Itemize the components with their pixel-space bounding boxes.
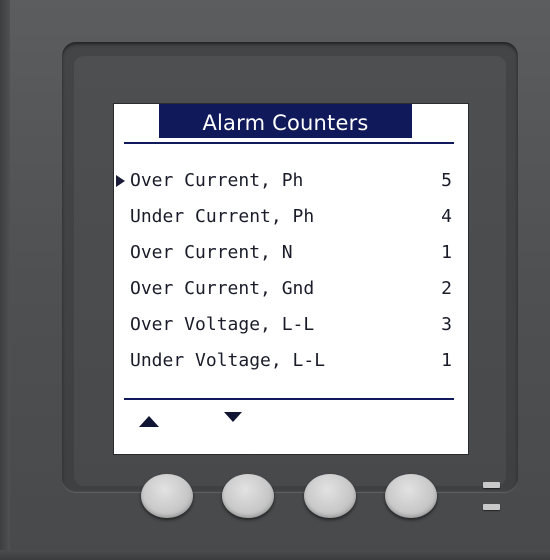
alarm-count: 5	[441, 170, 452, 191]
alarm-count: 1	[441, 242, 452, 263]
alarm-count: 2	[441, 278, 452, 299]
alarm-label: Over Current, Ph	[130, 170, 304, 191]
alarm-label: Under Voltage, L-L	[130, 350, 326, 371]
alarm-count: 3	[441, 314, 452, 335]
display-screen: Alarm Counters Over Current, Ph 5 Under …	[114, 104, 468, 454]
screen-title: Alarm Counters	[159, 104, 412, 138]
softkey-1-button[interactable]	[141, 474, 193, 518]
meter-device: Alarm Counters Over Current, Ph 5 Under …	[0, 0, 550, 560]
alarm-counter-list: Over Current, Ph 5 Under Current, Ph 4 O…	[114, 163, 468, 379]
alarm-label: Over Voltage, L-L	[130, 314, 315, 335]
list-item[interactable]: Over Voltage, L-L 3	[114, 307, 468, 343]
indicator-led	[483, 482, 500, 488]
alarm-count: 4	[441, 206, 452, 227]
softkey-2-button[interactable]	[222, 474, 274, 518]
bezel-edge	[0, 550, 550, 560]
footer-divider	[124, 398, 454, 400]
softkey-4-button[interactable]	[385, 474, 437, 518]
indicator-led	[483, 504, 500, 510]
alarm-label: Under Current, Ph	[130, 206, 315, 227]
alarm-count: 1	[441, 350, 452, 371]
list-item[interactable]: Over Current, Gnd 2	[114, 271, 468, 307]
list-item[interactable]: Over Current, N 1	[114, 235, 468, 271]
alarm-label: Over Current, Gnd	[130, 278, 315, 299]
selection-cursor-icon	[116, 175, 125, 187]
down-arrow-icon	[224, 412, 242, 422]
list-item[interactable]: Over Current, Ph 5	[114, 163, 468, 199]
title-divider	[124, 142, 454, 144]
list-item[interactable]: Under Voltage, L-L 1	[114, 343, 468, 379]
list-item[interactable]: Under Current, Ph 4	[114, 199, 468, 235]
alarm-label: Over Current, N	[130, 242, 293, 263]
bezel-edge	[0, 0, 10, 560]
up-arrow-icon	[139, 416, 159, 427]
softkey-3-button[interactable]	[304, 474, 356, 518]
